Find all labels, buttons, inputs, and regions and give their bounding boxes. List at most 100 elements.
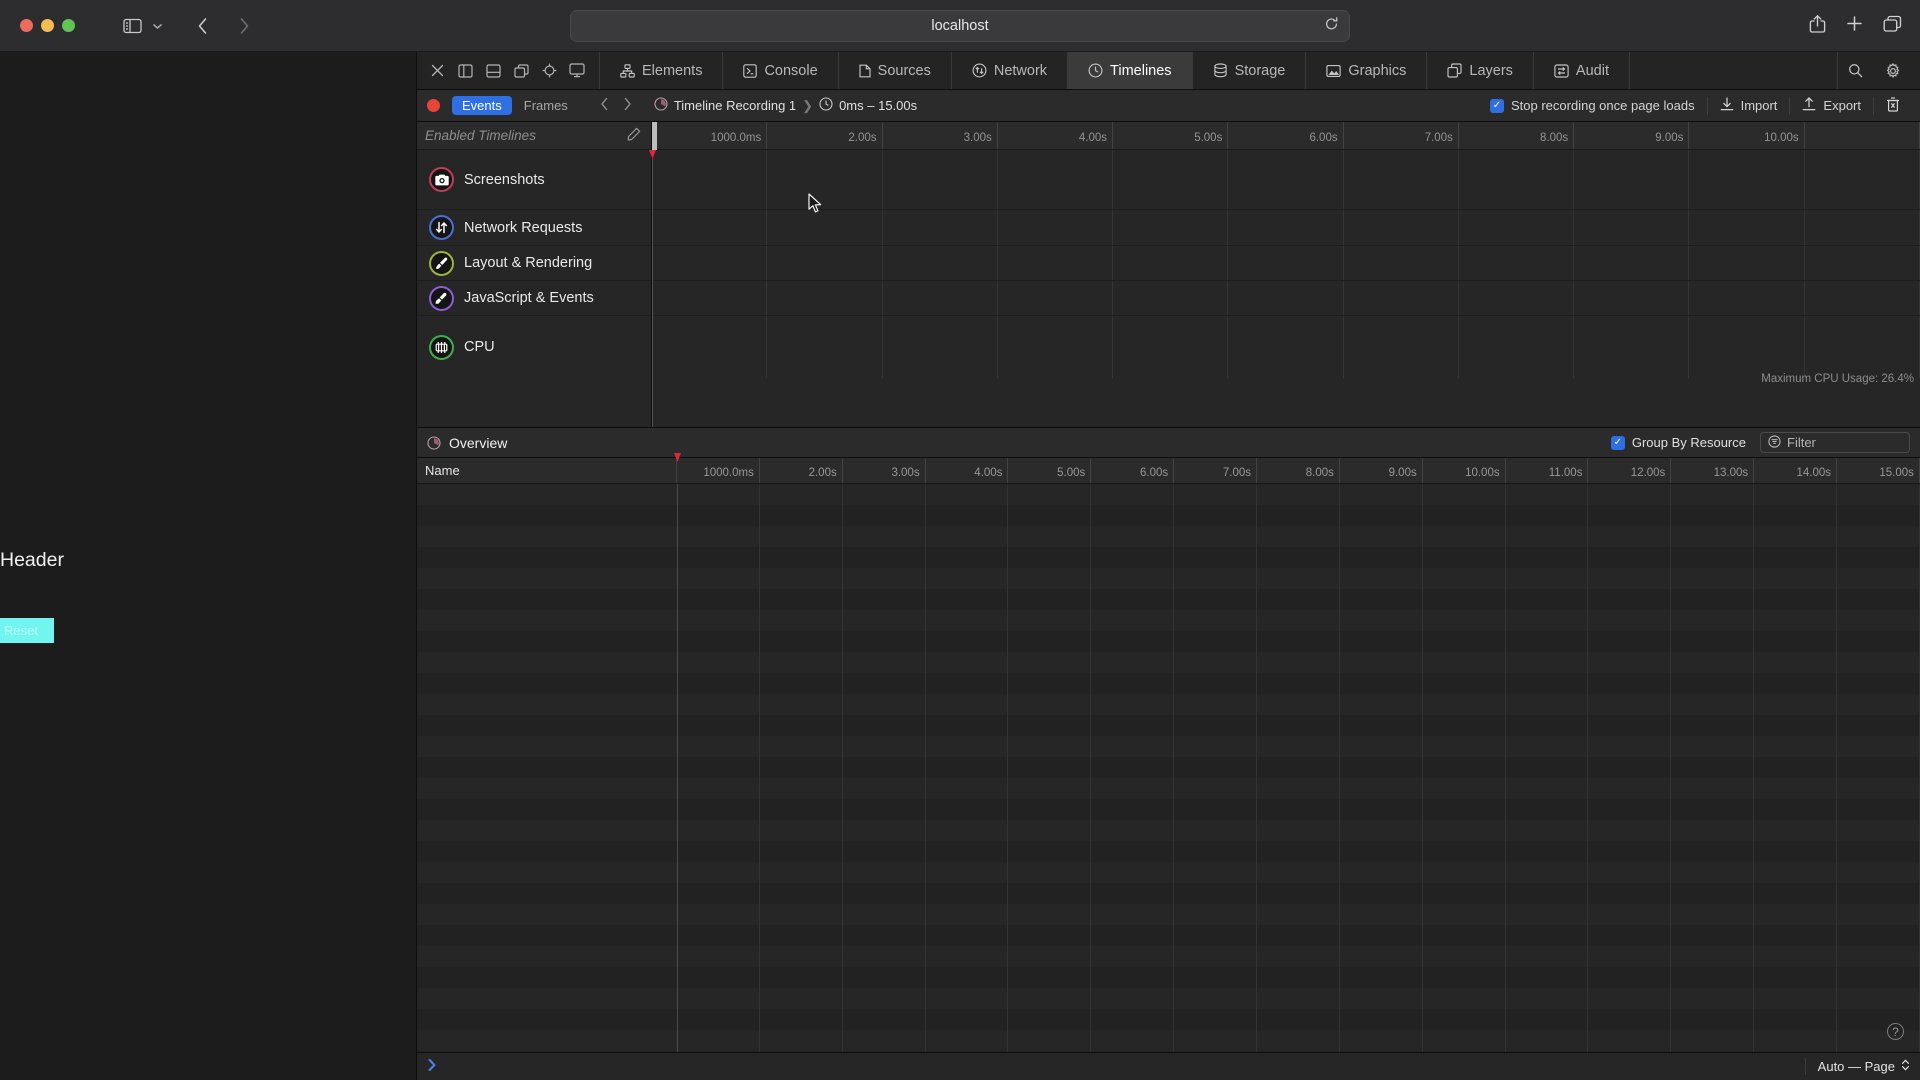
table-row[interactable] bbox=[417, 946, 1920, 967]
table-row[interactable] bbox=[417, 904, 1920, 925]
table-row[interactable] bbox=[417, 841, 1920, 862]
table-row[interactable] bbox=[417, 1009, 1920, 1030]
zoom-button[interactable] bbox=[62, 19, 75, 32]
previous-recording-button[interactable] bbox=[600, 97, 609, 114]
table-row[interactable] bbox=[417, 589, 1920, 610]
search-icon[interactable] bbox=[1838, 53, 1872, 89]
segment-events[interactable]: Events bbox=[452, 96, 512, 115]
display-icon[interactable] bbox=[563, 53, 591, 89]
graph-screenshots bbox=[652, 150, 1920, 210]
table-row[interactable] bbox=[417, 715, 1920, 736]
table-row[interactable] bbox=[417, 568, 1920, 589]
tab-layers[interactable]: Layers bbox=[1427, 52, 1534, 89]
import-button[interactable]: Import bbox=[1706, 96, 1790, 115]
tab-graphics[interactable]: Graphics bbox=[1306, 52, 1428, 89]
table-row[interactable] bbox=[417, 799, 1920, 820]
timeline-row-layout-rendering[interactable]: Layout & Rendering bbox=[417, 246, 651, 281]
tab-elements[interactable]: Elements bbox=[600, 52, 724, 89]
table-row[interactable] bbox=[417, 505, 1920, 526]
timeline-row-screenshots[interactable]: Screenshots bbox=[417, 150, 651, 210]
column-header-name[interactable]: Name bbox=[417, 458, 677, 483]
sidebar-icon[interactable] bbox=[117, 12, 147, 40]
gear-icon[interactable] bbox=[1876, 53, 1910, 89]
close-icon[interactable] bbox=[423, 53, 451, 89]
data-grid-body[interactable] bbox=[417, 484, 1920, 1052]
export-label: Export bbox=[1823, 98, 1861, 113]
breadcrumb-range[interactable]: 0ms – 15.00s bbox=[819, 97, 917, 114]
table-row[interactable] bbox=[417, 883, 1920, 904]
dock-bottom-icon[interactable] bbox=[479, 53, 507, 89]
chevron-down-icon[interactable] bbox=[147, 12, 167, 40]
table-row[interactable] bbox=[417, 652, 1920, 673]
tab-network[interactable]: Network bbox=[952, 52, 1069, 89]
tab-timelines[interactable]: Timelines bbox=[1068, 52, 1193, 89]
inspector-status-bar: Auto — Page bbox=[417, 1052, 1920, 1080]
table-row[interactable] bbox=[417, 526, 1920, 547]
table-row[interactable] bbox=[417, 862, 1920, 883]
help-button[interactable]: ? bbox=[1887, 1023, 1904, 1040]
minimize-button[interactable] bbox=[41, 19, 54, 32]
timeline-row-javascript-events[interactable]: JavaScript & Events bbox=[417, 281, 651, 316]
timeline-range-handle-left[interactable] bbox=[652, 122, 657, 150]
next-recording-button[interactable] bbox=[623, 97, 632, 114]
table-row[interactable] bbox=[417, 736, 1920, 757]
tab-storage[interactable]: Storage bbox=[1193, 52, 1307, 89]
clear-recordings-button[interactable] bbox=[1873, 96, 1912, 115]
tab-console[interactable]: Console bbox=[723, 52, 839, 89]
page-header-text: Header bbox=[0, 549, 64, 571]
export-button[interactable]: Export bbox=[1789, 96, 1873, 115]
browser-toolbar-right bbox=[1809, 0, 1902, 52]
timeline-data-grid: Name 1000.0ms 2.00s 3.00s 4.00s 5.00s 6.… bbox=[417, 453, 1920, 1052]
table-row[interactable] bbox=[417, 820, 1920, 841]
timeline-ruler[interactable]: 1000.0ms 2.00s 3.00s 4.00s 5.00s 6.00s 7… bbox=[652, 122, 1920, 150]
reset-button[interactable]: Reset bbox=[0, 618, 54, 643]
table-row[interactable] bbox=[417, 610, 1920, 631]
group-by-resource-checkbox[interactable]: ✓ Group By Resource bbox=[1610, 435, 1746, 450]
url-bar[interactable]: localhost bbox=[570, 10, 1350, 42]
table-row[interactable] bbox=[417, 1030, 1920, 1051]
table-row[interactable] bbox=[417, 757, 1920, 778]
ruler-tick: 1000.0ms bbox=[677, 458, 760, 483]
table-row[interactable] bbox=[417, 631, 1920, 652]
close-button[interactable] bbox=[20, 19, 33, 32]
tab-audit[interactable]: Audit bbox=[1534, 52, 1630, 89]
timeline-row-cpu[interactable]: CPU bbox=[417, 316, 651, 378]
table-row[interactable] bbox=[417, 547, 1920, 568]
ruler-tick: 5.00s bbox=[1113, 122, 1229, 149]
table-row[interactable] bbox=[417, 925, 1920, 946]
record-button[interactable] bbox=[427, 99, 440, 112]
crosshair-icon[interactable] bbox=[535, 53, 563, 89]
table-row[interactable] bbox=[417, 967, 1920, 988]
dock-left-icon[interactable] bbox=[451, 53, 479, 89]
tab-sources[interactable]: Sources bbox=[839, 52, 952, 89]
table-row[interactable] bbox=[417, 988, 1920, 1009]
plus-icon[interactable] bbox=[1846, 15, 1863, 37]
timeline-label: JavaScript & Events bbox=[464, 290, 594, 306]
timeline-row-network-requests[interactable]: Network Requests bbox=[417, 210, 651, 246]
tab-overview-icon[interactable] bbox=[1883, 15, 1902, 38]
table-row[interactable] bbox=[417, 778, 1920, 799]
table-row[interactable] bbox=[417, 1051, 1920, 1052]
undock-window-icon[interactable] bbox=[507, 53, 535, 89]
timeline-playhead[interactable] bbox=[649, 150, 656, 427]
stop-recording-once-page-loads-checkbox[interactable]: ✓ Stop recording once page loads bbox=[1478, 98, 1707, 113]
timelines-graphs[interactable]: 1000.0ms 2.00s 3.00s 4.00s 5.00s 6.00s 7… bbox=[649, 122, 1920, 427]
pencil-icon[interactable] bbox=[627, 127, 641, 144]
table-row[interactable] bbox=[417, 484, 1920, 505]
segment-frames[interactable]: Frames bbox=[514, 96, 578, 115]
forward-button[interactable] bbox=[229, 12, 259, 40]
execution-context-picker[interactable]: Auto — Page bbox=[1804, 1058, 1910, 1075]
import-label: Import bbox=[1740, 98, 1778, 113]
share-icon[interactable] bbox=[1809, 14, 1826, 39]
enabled-timelines-sidebar: Enabled Timelines Screenshots Network Re… bbox=[417, 122, 652, 427]
breadcrumb-recording[interactable]: Timeline Recording 1 bbox=[654, 97, 796, 114]
table-row[interactable] bbox=[417, 694, 1920, 715]
back-button[interactable] bbox=[187, 12, 217, 40]
table-row[interactable] bbox=[417, 673, 1920, 694]
reload-icon[interactable] bbox=[1324, 17, 1339, 36]
timeline-recording-icon bbox=[427, 435, 441, 450]
web-inspector: Elements Console Sources Network Timelin… bbox=[416, 52, 1920, 1080]
chevron-right-icon[interactable] bbox=[427, 1058, 437, 1075]
ruler-tick: 2.00s bbox=[767, 122, 883, 149]
filter-input[interactable]: Filter bbox=[1760, 432, 1910, 453]
